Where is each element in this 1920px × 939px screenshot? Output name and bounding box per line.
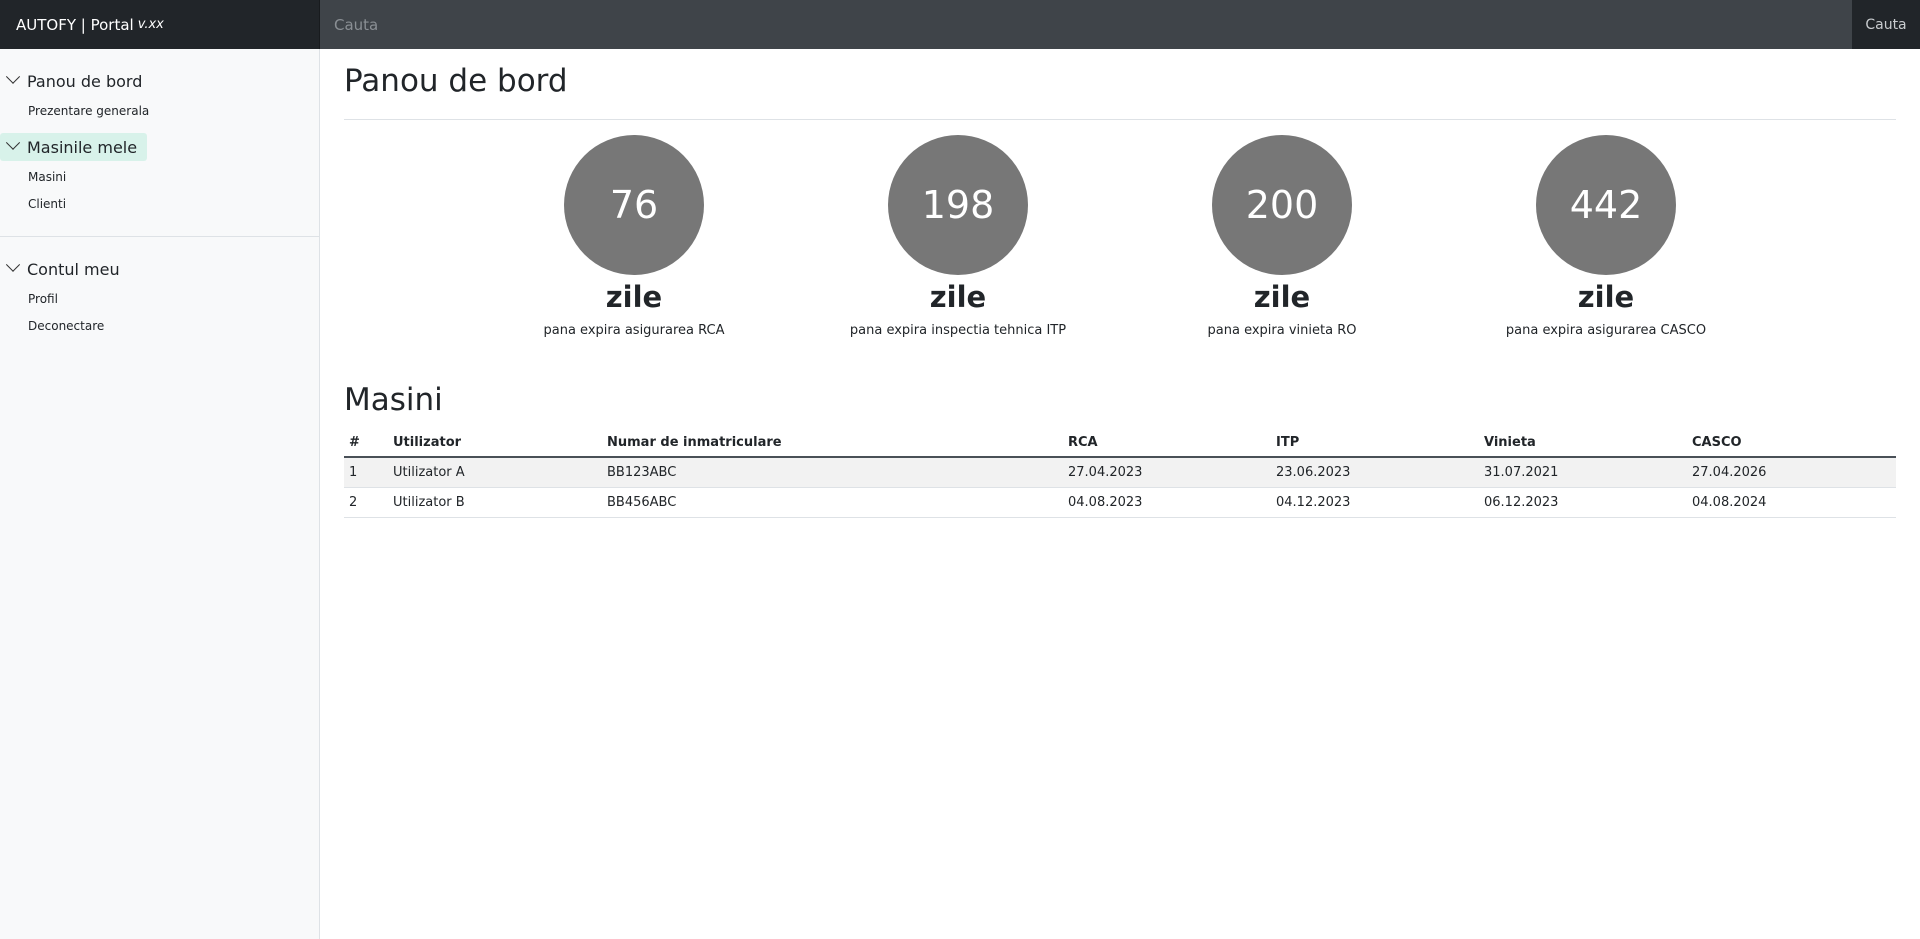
cell-plate: BB123ABC — [602, 457, 1063, 488]
stat-caption: pana expira vinieta RO — [1207, 323, 1357, 338]
sidebar-item-clients[interactable]: Clienti — [28, 197, 66, 211]
stat-circle: 442 — [1536, 135, 1676, 275]
chevron-down-icon — [5, 135, 21, 150]
table-row[interactable]: 2 Utilizator B BB456ABC 04.08.2023 04.12… — [344, 487, 1896, 518]
cars-table: # Utilizator Numar de inmatriculare RCA … — [344, 428, 1896, 518]
cell-casco: 27.04.2026 — [1687, 457, 1896, 488]
search-input[interactable] — [320, 0, 1852, 49]
stat-caption: pana expira inspectia tehnica ITP — [849, 323, 1067, 338]
cell-plate: BB456ABC — [602, 487, 1063, 518]
column-header-itp: ITP — [1271, 428, 1479, 458]
chevron-down-icon — [5, 69, 21, 84]
sidebar-item-overview[interactable]: Prezentare generala — [28, 104, 149, 118]
table-row[interactable]: 1 Utilizator A BB123ABC 27.04.2023 23.06… — [344, 457, 1896, 488]
stat-circle: 200 — [1212, 135, 1352, 275]
stat-caption: pana expira asigurarea CASCO — [1505, 323, 1707, 338]
sidebar-section-my-account[interactable]: Contul meu — [0, 255, 130, 283]
stat-unit: zile — [1577, 280, 1635, 314]
cell-rca: 27.04.2023 — [1063, 457, 1271, 488]
page-title: Panou de bord — [344, 63, 568, 99]
cell-index: 1 — [344, 457, 388, 488]
cell-user: Utilizator A — [388, 457, 602, 488]
title-divider — [344, 119, 1896, 120]
stat-unit: zile — [929, 280, 987, 314]
cell-vignette: 06.12.2023 — [1479, 487, 1687, 518]
column-header-casco: CASCO — [1687, 428, 1896, 458]
sidebar-section-label: Masinile mele — [27, 137, 138, 157]
stat-casco: 442 zile pana expira asigurarea CASCO — [1496, 135, 1716, 338]
cell-vignette: 31.07.2021 — [1479, 457, 1687, 488]
stat-vignette: 200 zile pana expira vinieta RO — [1172, 135, 1392, 338]
stat-caption: pana expira asigurarea RCA — [543, 323, 725, 338]
sidebar-section-dashboard[interactable]: Panou de bord — [0, 67, 152, 95]
brand-name: AUTOFY | Portal — [16, 15, 134, 34]
stat-circle: 76 — [564, 135, 704, 275]
cell-rca: 04.08.2023 — [1063, 487, 1271, 518]
cell-itp: 04.12.2023 — [1271, 487, 1479, 518]
table-header-row: # Utilizator Numar de inmatriculare RCA … — [344, 428, 1896, 458]
cell-itp: 23.06.2023 — [1271, 457, 1479, 488]
column-header-rca: RCA — [1063, 428, 1271, 458]
column-header-plate: Numar de inmatriculare — [602, 428, 1063, 458]
sidebar-section-label: Panou de bord — [27, 71, 143, 91]
stat-circle: 198 — [888, 135, 1028, 275]
sidebar: Panou de bord Prezentare generala Masini… — [0, 49, 320, 939]
main-content: Panou de bord 76 zile pana expira asigur… — [320, 49, 1920, 939]
sidebar-item-logout[interactable]: Deconectare — [28, 319, 104, 333]
search-button[interactable]: Cauta — [1852, 0, 1920, 49]
cell-index: 2 — [344, 487, 388, 518]
column-header-user: Utilizator — [388, 428, 602, 458]
cell-casco: 04.08.2024 — [1687, 487, 1896, 518]
sidebar-section-label: Contul meu — [27, 259, 120, 279]
sidebar-section-my-cars[interactable]: Masinile mele — [0, 133, 148, 161]
top-navbar: AUTOFY | Portal v.xx Cauta — [0, 0, 1920, 49]
brand-logo[interactable]: AUTOFY | Portal v.xx — [0, 0, 320, 49]
chevron-down-icon — [5, 257, 21, 272]
brand-version: v.xx — [137, 17, 164, 32]
stat-itp: 198 zile pana expira inspectia tehnica I… — [848, 135, 1068, 338]
sidebar-divider — [0, 236, 319, 237]
sidebar-item-cars[interactable]: Masini — [28, 170, 66, 184]
stat-unit: zile — [1253, 280, 1311, 314]
column-header-index: # — [344, 428, 388, 458]
stat-rca: 76 zile pana expira asigurarea RCA — [524, 135, 744, 338]
cars-section-title: Masini — [344, 382, 443, 418]
cell-user: Utilizator B — [388, 487, 602, 518]
stat-unit: zile — [605, 280, 663, 314]
sidebar-item-profile[interactable]: Profil — [28, 292, 58, 306]
column-header-vignette: Vinieta — [1479, 428, 1687, 458]
